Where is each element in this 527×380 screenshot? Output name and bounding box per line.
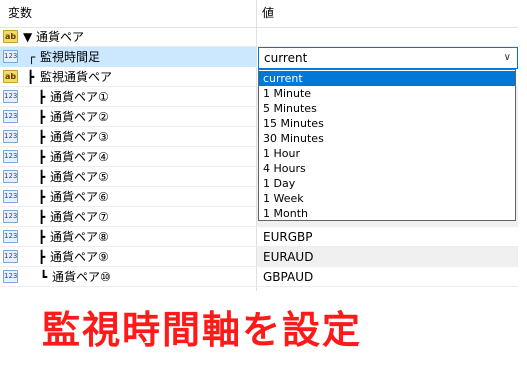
row-label: 通貨ペア④ <box>50 150 109 164</box>
number-type-icon: 123 <box>3 110 18 123</box>
number-type-icon: 123 <box>3 230 18 243</box>
row-name-cell: 123 ┣ 通貨ペア② <box>0 107 256 127</box>
row-label: 通貨ペア⑩ <box>52 270 111 284</box>
string-type-icon: ab <box>3 70 18 83</box>
tree-connector: ┣ <box>38 110 46 124</box>
row-name-cell: 123 ┣ 通貨ペア⑧ <box>0 227 256 247</box>
row-value[interactable]: GBPAUD <box>257 267 518 287</box>
tree-connector: ┗ <box>40 270 48 284</box>
row-value[interactable]: EURAUD <box>257 247 518 267</box>
row-name-cell: ab ┣ 監視通貨ペア <box>0 67 256 87</box>
row-label: 通貨ペア① <box>50 90 109 104</box>
row-name-cell: 123 ┣ 通貨ペア③ <box>0 127 256 147</box>
row-label: 監視通貨ペア <box>40 70 113 84</box>
tree-connector: ┣ <box>38 130 46 144</box>
dropdown-option-1-week[interactable]: 1 Week <box>259 191 515 206</box>
row-name-cell: ab ▼ 通貨ペア <box>0 27 256 47</box>
number-type-icon: 123 <box>3 90 18 103</box>
dropdown-option-4-hours[interactable]: 4 Hours <box>259 161 515 176</box>
timeframe-dropdown-list: current 1 Minute 5 Minutes 15 Minutes 30… <box>258 69 516 221</box>
caption-heading: 監視時間軸を設定 <box>42 308 363 352</box>
grid-header: 変数 値 <box>0 0 518 28</box>
row-name-cell: 123 ┌ 監視時間足 <box>0 47 256 67</box>
tree-connector: ┣ <box>38 230 46 244</box>
tree-connector: ┣ <box>27 70 35 84</box>
row-name-cell: 123 ┣ 通貨ペア① <box>0 87 256 107</box>
tree-connector: ┣ <box>38 250 46 264</box>
row-name-cell: 123 ┣ 通貨ペア⑤ <box>0 167 256 187</box>
parameter-grid: 変数 値 ab ▼ 通貨ペア 123 ┌ 監視時間足 ab ┣ 監視通貨ペア 1… <box>0 0 518 291</box>
tree-connector: ┌ <box>28 50 36 64</box>
dropdown-option-15-minutes[interactable]: 15 Minutes <box>259 116 515 131</box>
number-type-icon: 123 <box>3 50 18 63</box>
dropdown-option-1-minute[interactable]: 1 Minute <box>259 86 515 101</box>
tree-connector: ┣ <box>38 210 46 224</box>
number-type-icon: 123 <box>3 210 18 223</box>
number-type-icon: 123 <box>3 170 18 183</box>
tree-connector: ┣ <box>38 190 46 204</box>
number-type-icon: 123 <box>3 150 18 163</box>
tree-connector: ┣ <box>38 90 46 104</box>
row-name-cell: 123 ┣ 通貨ペア⑥ <box>0 187 256 207</box>
row-value[interactable]: EURGBP <box>257 227 518 247</box>
row-label: 通貨ペア <box>36 30 85 44</box>
tree-connector: ┣ <box>38 150 46 164</box>
row-name-cell: 123 ┣ 通貨ペア④ <box>0 147 256 167</box>
row-label: 監視時間足 <box>40 50 101 64</box>
number-type-icon: 123 <box>3 130 18 143</box>
column-header-variable[interactable]: 変数 <box>8 0 32 27</box>
dropdown-option-1-hour[interactable]: 1 Hour <box>259 146 515 161</box>
group-row-currency-pair[interactable]: ab ▼ 通貨ペア <box>0 27 518 47</box>
row-label: 通貨ペア⑧ <box>50 230 109 244</box>
chevron-down-icon[interactable]: ∨ <box>504 48 511 68</box>
param-row-pair-10[interactable]: 123 ┗ 通貨ペア⑩ GBPAUD <box>0 267 518 287</box>
timeframe-combobox[interactable]: current ∨ <box>258 47 518 69</box>
dropdown-option-current[interactable]: current <box>259 71 515 86</box>
row-name-cell: 123 ┗ 通貨ペア⑩ <box>0 267 256 287</box>
row-label: 通貨ペア⑥ <box>50 190 109 204</box>
number-type-icon: 123 <box>3 270 18 283</box>
param-row-pair-9[interactable]: 123 ┣ 通貨ペア⑨ EURAUD <box>0 247 518 267</box>
combobox-selected-value: current <box>264 51 308 65</box>
tree-connector: ┣ <box>38 170 46 184</box>
dropdown-option-1-day[interactable]: 1 Day <box>259 176 515 191</box>
collapse-triangle-icon[interactable]: ▼ <box>23 27 32 47</box>
number-type-icon: 123 <box>3 190 18 203</box>
row-label: 通貨ペア② <box>50 110 109 124</box>
row-label: 通貨ペア⑤ <box>50 170 109 184</box>
param-row-pair-8[interactable]: 123 ┣ 通貨ペア⑧ EURGBP <box>0 227 518 247</box>
row-label: 通貨ペア③ <box>50 130 109 144</box>
column-header-value[interactable]: 値 <box>262 0 274 27</box>
dropdown-option-5-minutes[interactable]: 5 Minutes <box>259 101 515 116</box>
number-type-icon: 123 <box>3 250 18 263</box>
string-type-icon: ab <box>3 30 18 43</box>
row-name-cell: 123 ┣ 通貨ペア⑨ <box>0 247 256 267</box>
dropdown-option-30-minutes[interactable]: 30 Minutes <box>259 131 515 146</box>
row-label: 通貨ペア⑦ <box>50 210 109 224</box>
dropdown-option-1-month[interactable]: 1 Month <box>259 206 515 221</box>
row-label: 通貨ペア⑨ <box>50 250 109 264</box>
row-name-cell: 123 ┣ 通貨ペア⑦ <box>0 207 256 227</box>
